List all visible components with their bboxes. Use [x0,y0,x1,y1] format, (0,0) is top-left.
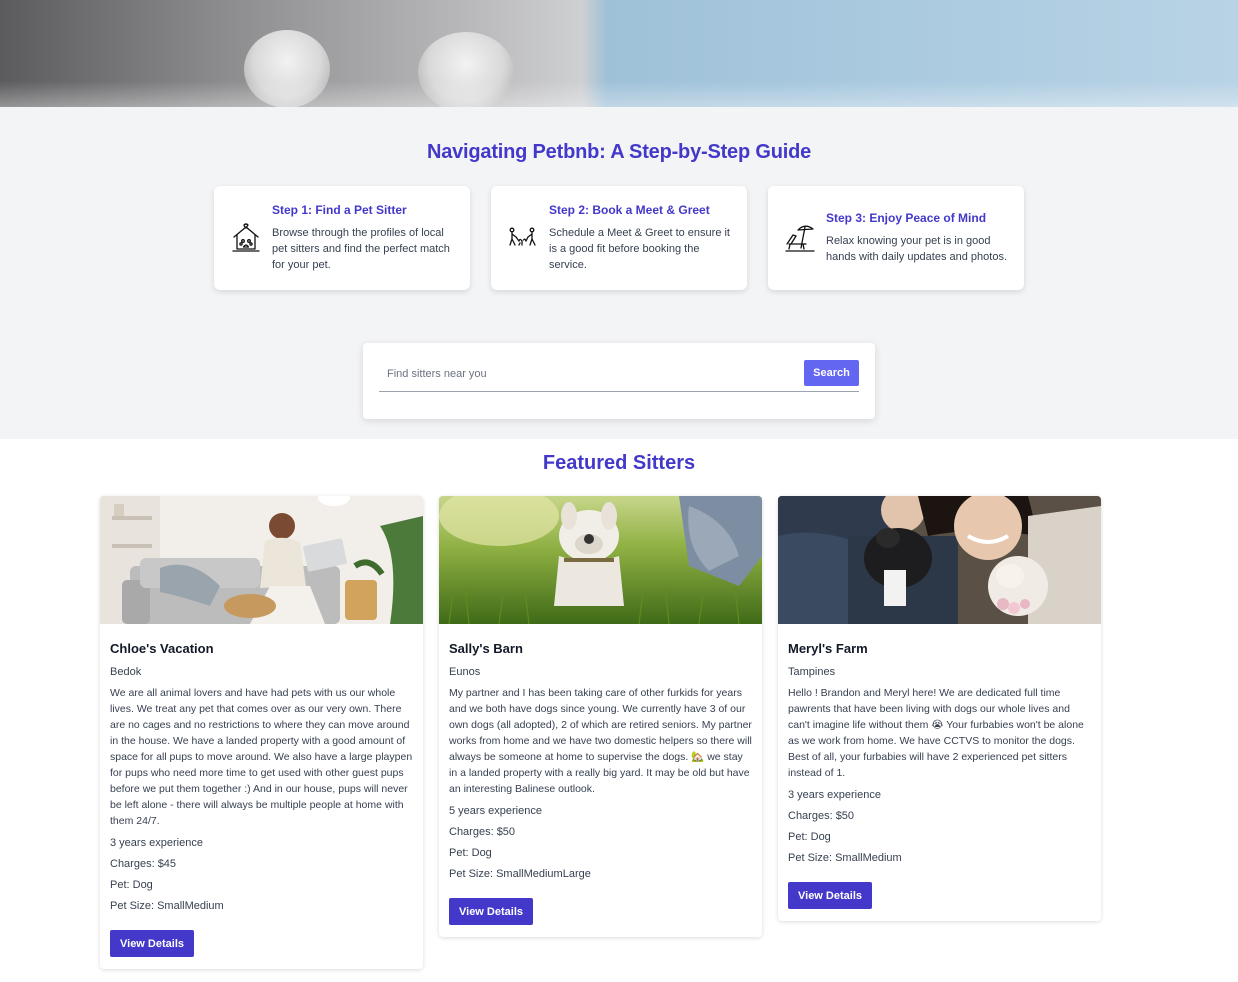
walking-dogs-icon [509,227,536,246]
sitter-photo-scene [100,496,423,624]
sitter-name: Meryl's Farm [788,641,868,656]
sitter-cards: Chloe's Vacation Bedok We are all animal… [100,496,1238,969]
sitter-description: We are all animal lovers and have had pe… [110,687,413,827]
sitter-description: Hello ! Brandon and Meryl here! We are d… [788,687,1084,779]
sitter-name: Sally's Barn [449,641,523,656]
pet-house-icon [232,223,260,252]
sitter-photo-scene [778,496,1101,624]
sitter-location: Tampines [788,666,836,678]
sitter-pet-size: Pet Size: SmallMedium [110,900,224,912]
sitter-charges: Charges: $50 [449,826,516,838]
sitter-location: Bedok [110,666,142,678]
search-row: Search [379,359,859,392]
step-card-1: Step 1: Find a Pet Sitter Browse through… [214,186,470,290]
guide-section: Navigating Petbnb: A Step-by-Step Guide … [0,107,1238,439]
sitter-card[interactable]: Sally's Barn Eunos My partner and I has … [439,496,762,937]
sitter-name: Chloe's Vacation [110,641,214,656]
step-desc-2: Schedule a Meet & Greet to ensure it is … [549,227,730,271]
beach-chair-icon [785,225,815,252]
steps-row: Step 1: Find a Pet Sitter Browse through… [0,186,1238,290]
sitter-experience: 3 years experience [110,837,203,849]
step-card-3: Step 3: Enjoy Peace of Mind Relax knowin… [768,186,1024,290]
sitter-charges: Charges: $50 [788,810,855,822]
sitter-charges: Charges: $45 [110,858,177,870]
sitter-experience: 3 years experience [788,789,881,801]
sitter-experience: 5 years experience [449,805,542,817]
hero-banner [0,0,1238,107]
sitter-pet-size: Pet Size: SmallMedium [788,852,902,864]
hero-floor-reflection [0,81,1238,107]
step-title-1: Step 1: Find a Pet Sitter [272,203,407,217]
sitter-location: Eunos [449,666,481,678]
guide-title: Navigating Petbnb: A Step-by-Step Guide [426,141,812,163]
card-body: Sally's Barn Eunos My partner and I has … [439,624,762,937]
featured-title: Featured Sitters [542,452,696,474]
step-text-1: Step 1: Find a Pet Sitter Browse through… [272,203,456,273]
sitter-description: My partner and I has been taking care of… [449,687,752,795]
step-desc-3: Relax knowing your pet is in good hands … [826,235,1008,263]
sitter-pet: Pet: Dog [110,879,153,891]
card-body: Meryl's Farm Tampines Hello ! Brandon an… [778,624,1101,921]
sitter-photo-scene [439,496,762,624]
step-text-2: Step 2: Book a Meet & Greet Schedule a M… [549,203,733,273]
sitter-pet: Pet: Dog [788,831,831,843]
view-details-button[interactable]: View Details [110,930,194,957]
view-details-button[interactable]: View Details [449,898,533,925]
sitter-photo [439,496,762,624]
sitter-photo [778,496,1101,624]
sitter-photo [100,496,423,624]
sitter-pet: Pet: Dog [449,847,492,859]
search-button[interactable]: Search [804,360,859,386]
search-input[interactable] [379,368,804,380]
step-text-3: Step 3: Enjoy Peace of Mind Relax knowin… [826,211,1010,265]
search-card: Search [363,343,875,419]
sitter-card[interactable]: Meryl's Farm Tampines Hello ! Brandon an… [778,496,1101,921]
sitter-card[interactable]: Chloe's Vacation Bedok We are all animal… [100,496,423,969]
step-title-3: Step 3: Enjoy Peace of Mind [826,211,987,225]
step-title-2: Step 2: Book a Meet & Greet [549,203,710,217]
view-details-button[interactable]: View Details [788,882,872,909]
card-body: Chloe's Vacation Bedok We are all animal… [100,624,423,969]
featured-section: Featured Sitters Chloe's Vacation Bedok … [0,439,1238,982]
step-desc-1: Browse through the profiles of local pet… [272,227,450,271]
step-card-2: Step 2: Book a Meet & Greet Schedule a M… [491,186,747,290]
sitter-pet-size: Pet Size: SmallMediumLarge [449,868,591,880]
